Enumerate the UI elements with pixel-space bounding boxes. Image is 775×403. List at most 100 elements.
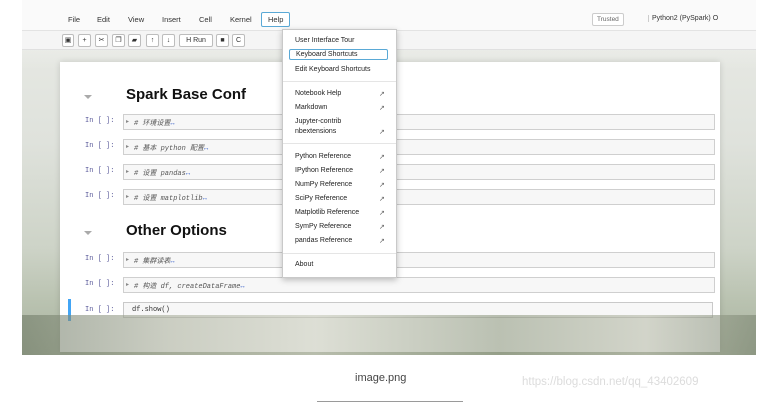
cell-input[interactable]: ▸ # 环境设置↔: [123, 114, 715, 130]
kernel-name: Python2 (PySpark): [652, 15, 711, 22]
cell-input[interactable]: df.show(): [123, 302, 713, 318]
ellipsis-icon[interactable]: ↔: [204, 145, 208, 153]
cell-input[interactable]: ▸ # 设置 matplotlib↔: [123, 189, 715, 205]
menu-item-ipython-reference[interactable]: IPython Reference: [295, 167, 353, 174]
code-cell[interactable]: In [ ]: ▸ # 设置 matplotlib↔: [85, 189, 715, 205]
menu-item-markdown[interactable]: Markdown: [295, 104, 327, 111]
cell-code: # 设置 matplotlib↔: [134, 195, 207, 203]
menu-item-sympy-reference[interactable]: SymPy Reference: [295, 223, 351, 230]
menu-view[interactable]: View: [128, 15, 144, 24]
menu-item-numpy-reference[interactable]: NumPy Reference: [295, 181, 352, 188]
save-icon[interactable]: ▣: [62, 34, 74, 47]
code-cell[interactable]: In [ ]: ▸ # 构造 df, createDataFrame↔: [85, 277, 715, 293]
menu-item-user-interface-tour[interactable]: User Interface Tour: [295, 37, 354, 44]
menu-item-matplotlib-reference[interactable]: Matplotlib Reference: [295, 209, 359, 216]
menu-item-scipy-reference[interactable]: SciPy Reference: [295, 195, 347, 202]
cell-input[interactable]: ▸ # 构造 df, createDataFrame↔: [123, 277, 715, 293]
external-link-icon: ↗: [379, 129, 385, 136]
kernel-indicator: Python2 (PySpark) O: [648, 15, 718, 22]
ellipsis-icon[interactable]: ↔: [240, 283, 244, 291]
cell-input[interactable]: ▸ # 基本 python 配置↔: [123, 139, 715, 155]
cell-prompt: In [ ]:: [85, 306, 115, 314]
menu-item-nbextensions[interactable]: nbextensions: [295, 128, 336, 135]
external-link-icon: ↗: [379, 238, 385, 245]
collapse-arrow-icon[interactable]: [84, 95, 92, 99]
menu-file[interactable]: File: [68, 15, 80, 24]
caption-underline: [317, 401, 463, 402]
collapse-arrow-icon[interactable]: [84, 231, 92, 235]
image-caption: image.png: [355, 372, 407, 384]
menu-divider: [283, 81, 396, 82]
cell-code: # 设置 pandas↔: [134, 170, 191, 178]
expand-icon[interactable]: ▸: [126, 193, 129, 200]
cell-prompt: In [ ]:: [85, 280, 115, 288]
cut-icon[interactable]: ✂: [95, 34, 108, 47]
help-dropdown-menu: User Interface Tour Keyboard Shortcuts E…: [282, 29, 397, 278]
ellipsis-icon[interactable]: ↔: [203, 195, 207, 203]
cell-prompt: In [ ]:: [85, 167, 115, 175]
move-down-icon[interactable]: ↓: [162, 34, 175, 47]
expand-icon[interactable]: ▸: [126, 143, 129, 150]
menu-help[interactable]: Help: [261, 12, 291, 27]
menu-bar: File Edit View Insert Cell Kernel Help T…: [22, 10, 756, 31]
ellipsis-icon[interactable]: ↔: [170, 258, 174, 266]
menu-item-python-reference[interactable]: Python Reference: [295, 153, 351, 160]
menu-item-about[interactable]: About: [295, 261, 313, 268]
menu-insert[interactable]: Insert: [162, 15, 181, 24]
expand-icon[interactable]: ▸: [126, 256, 129, 263]
external-link-icon: ↗: [379, 210, 385, 217]
code-cell[interactable]: In [ ]: ▸ # 基本 python 配置↔: [85, 139, 715, 155]
expand-icon[interactable]: ▸: [126, 281, 129, 288]
cell-prompt: In [ ]:: [85, 142, 115, 150]
top-strip: [22, 0, 756, 10]
restart-button[interactable]: C: [232, 34, 245, 47]
menu-item-pandas-reference[interactable]: pandas Reference: [295, 237, 352, 244]
menu-cell[interactable]: Cell: [199, 15, 212, 24]
menu-item-keyboard-shortcuts[interactable]: Keyboard Shortcuts: [289, 49, 388, 60]
external-link-icon: ↗: [379, 154, 385, 161]
heading-other-options: Other Options: [126, 222, 227, 239]
menu-item-notebook-help[interactable]: Notebook Help: [295, 90, 341, 97]
heading-spark-base-conf: Spark Base Conf: [126, 86, 247, 103]
cell-code: # 构造 df, createDataFrame↔: [134, 283, 245, 291]
menu-edit[interactable]: Edit: [97, 15, 110, 24]
external-link-icon: ↗: [379, 182, 385, 189]
move-up-icon[interactable]: ↑: [146, 34, 159, 47]
cell-prompt: In [ ]:: [85, 117, 115, 125]
expand-icon[interactable]: ▸: [126, 118, 129, 125]
external-link-icon: ↗: [379, 168, 385, 175]
ellipsis-icon[interactable]: ↔: [186, 170, 190, 178]
cell-input[interactable]: ▸ # 集群读表↔: [123, 252, 715, 268]
external-link-icon: ↗: [379, 224, 385, 231]
stop-icon[interactable]: ■: [216, 34, 229, 47]
trusted-badge[interactable]: Trusted: [592, 13, 624, 26]
kernel-status-icon: O: [712, 15, 719, 22]
cell-prompt: In [ ]:: [85, 255, 115, 263]
cell-code: # 集群读表↔: [134, 258, 175, 266]
code-cell[interactable]: In [ ]: ▸ # 环境设置↔: [85, 114, 715, 130]
expand-icon[interactable]: ▸: [126, 168, 129, 175]
cell-prompt: In [ ]:: [85, 192, 115, 200]
cell-input[interactable]: ▸ # 设置 pandas↔: [123, 164, 715, 180]
cell-code: df.show(): [132, 306, 170, 314]
menu-item-jupyter-contrib[interactable]: Jupyter-contrib: [295, 118, 341, 125]
menu-kernel[interactable]: Kernel: [230, 15, 252, 24]
watermark: https://blog.csdn.net/qq_43402609: [522, 376, 699, 388]
menu-divider: [283, 143, 396, 144]
menu-item-edit-keyboard-shortcuts[interactable]: Edit Keyboard Shortcuts: [295, 66, 371, 73]
add-cell-icon[interactable]: +: [78, 34, 91, 47]
run-button[interactable]: H Run: [179, 34, 213, 47]
cell-code: # 基本 python 配置↔: [134, 145, 209, 153]
cell-code: # 环境设置↔: [134, 120, 175, 128]
code-cell[interactable]: In [ ]: ▸ # 设置 pandas↔: [85, 164, 715, 180]
screenshot-frame: File Edit View Insert Cell Kernel Help T…: [22, 0, 756, 355]
ellipsis-icon[interactable]: ↔: [170, 120, 174, 128]
paste-icon[interactable]: ▰: [128, 34, 141, 47]
external-link-icon: ↗: [379, 105, 385, 112]
active-code-cell[interactable]: In [ ]: df.show(): [68, 299, 720, 321]
copy-icon[interactable]: ❐: [112, 34, 125, 47]
external-link-icon: ↗: [379, 91, 385, 98]
code-cell[interactable]: In [ ]: ▸ # 集群读表↔: [85, 252, 715, 268]
external-link-icon: ↗: [379, 196, 385, 203]
menu-divider: [283, 253, 396, 254]
